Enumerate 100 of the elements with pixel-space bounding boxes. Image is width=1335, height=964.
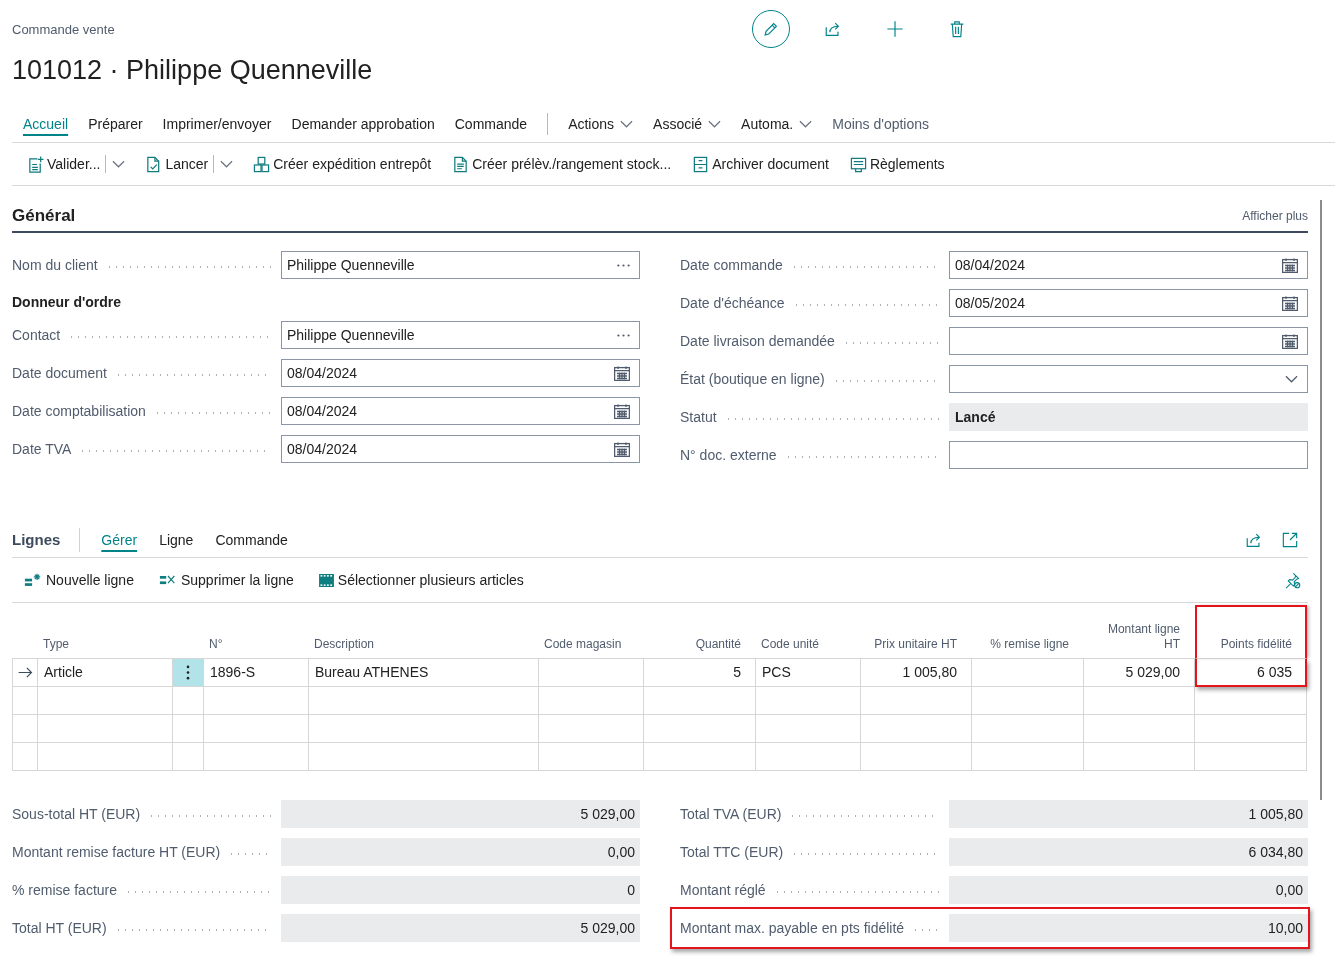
field-label: Date commande (680, 256, 783, 274)
page-title: 101012 · Philippe Quenneville (12, 54, 374, 87)
action-button[interactable]: Créer expédition entrepôt (244, 149, 444, 179)
table-cell: 5 029,00 (1084, 659, 1195, 687)
total-field: 6 034,80 (949, 838, 1308, 866)
calendar-icon (1282, 257, 1298, 273)
action-button[interactable]: Créer prélèv./rangement stock... (443, 149, 684, 179)
action-button[interactable]: Supprimer la ligne (146, 565, 307, 595)
select-field[interactable] (949, 365, 1308, 393)
total-label: % remise facture (12, 881, 118, 899)
table-cell: Bureau ATHENES (309, 659, 539, 687)
calendar-icon (614, 403, 630, 419)
total-field: 10,00 (949, 914, 1308, 942)
calendar-icon (614, 365, 630, 381)
share-icon (824, 20, 842, 38)
menu-dropdown[interactable]: Associé (643, 113, 732, 134)
total-label: Montant max. payable en pts fidélité (680, 919, 905, 937)
date-field[interactable]: 08/04/2024 (281, 359, 640, 387)
column-header: Prix unitaire HT (861, 603, 972, 659)
show-more-link[interactable]: Afficher plus (1242, 207, 1308, 224)
arrow-right-icon (17, 667, 33, 678)
column-header: Points fidélité (1195, 605, 1307, 659)
menu-tab[interactable]: Demander approbation (281, 113, 445, 134)
column-header: Code magasin (539, 603, 644, 659)
document-plus-icon (27, 155, 44, 173)
rows-star-icon (24, 572, 42, 588)
form-icon (849, 155, 867, 173)
total-label: Sous-total HT (EUR) (12, 805, 141, 823)
field-label: Date livraison demandée (680, 332, 835, 350)
column-header: Code unité (756, 603, 861, 659)
chevron-down-icon (620, 119, 634, 128)
date-field[interactable]: 08/04/2024 (949, 251, 1308, 279)
total-field: 0,00 (949, 876, 1308, 904)
total-label: Montant remise facture HT (EUR) (12, 843, 221, 861)
chevron-down-icon (219, 160, 233, 168)
date-field[interactable] (949, 327, 1308, 355)
table-cell: 6 035 (1195, 659, 1307, 687)
action-button[interactable]: Lancer (136, 149, 214, 179)
action-button[interactable]: Nouvelle ligne (12, 565, 147, 595)
lookup-field[interactable]: Philippe Quenneville (281, 321, 640, 349)
total-field: 0 (281, 876, 640, 904)
total-field: 1 005,80 (949, 800, 1308, 828)
column-header: Quantité (644, 603, 756, 659)
field-label: Date TVA (12, 440, 72, 458)
column-header: Description (309, 603, 539, 659)
field-label: État (boutique en ligne) (680, 370, 825, 388)
chevron-down-icon (708, 119, 722, 128)
calendar-icon (1282, 295, 1298, 311)
expand-icon (1282, 531, 1298, 548)
total-label: Montant réglé (680, 881, 766, 899)
boxes-icon (253, 155, 271, 173)
subpage-tab[interactable]: Commande (204, 529, 299, 550)
row-menu-button[interactable] (173, 659, 204, 687)
menu-tab[interactable]: Préparer (78, 113, 153, 134)
action-button[interactable]: Règlements (840, 149, 957, 179)
total-label: Total TVA (EUR) (680, 805, 782, 823)
column-header: Montant ligne HT (1084, 603, 1195, 659)
date-field[interactable]: 08/04/2024 (281, 435, 640, 463)
table-cell: 1 005,80 (861, 659, 972, 687)
trash-icon (948, 20, 966, 38)
menu-dropdown[interactable]: Actions (558, 113, 644, 134)
readonly-field: Lancé (949, 403, 1308, 431)
subpage-tab[interactable]: Ligne (148, 529, 205, 550)
pin-icon (1283, 571, 1301, 589)
menu-tab[interactable]: Commande (444, 113, 538, 134)
ellipsis-icon (617, 263, 630, 267)
menu-tab[interactable]: Imprimer/envoyer (152, 113, 282, 134)
total-field: 0,00 (281, 838, 640, 866)
field-label: Contact (12, 326, 61, 344)
field-label: Date d'échéance (680, 294, 785, 312)
field-label: Statut (680, 408, 717, 426)
scrollbar[interactable] (1320, 200, 1322, 800)
date-field[interactable]: 08/04/2024 (281, 397, 640, 425)
plus-icon (886, 20, 904, 38)
filmstrip-icon (318, 573, 334, 587)
vertical-ellipsis-icon (186, 665, 190, 680)
column-header: N° (204, 603, 309, 659)
total-field: 5 029,00 (281, 914, 640, 942)
total-field: 5 029,00 (281, 800, 640, 828)
chevron-down-icon (111, 160, 125, 168)
less-options-link[interactable]: Moins d'options (822, 113, 940, 134)
column-header: % remise ligne (972, 603, 1084, 659)
field-label: Nom du client (12, 256, 98, 274)
lookup-field[interactable]: Philippe Quenneville (281, 251, 640, 279)
menu-tab[interactable]: Accueil (13, 113, 79, 134)
section-title: Général (12, 205, 76, 226)
table-cell (173, 715, 204, 743)
field-label: Date comptabilisation (12, 402, 146, 420)
action-button[interactable]: Archiver document (683, 149, 841, 179)
calendar-icon (614, 441, 630, 457)
text-field[interactable] (949, 441, 1308, 469)
table-cell: PCS (756, 659, 861, 687)
date-field[interactable]: 08/05/2024 (949, 289, 1308, 317)
action-button[interactable]: Valider... (18, 149, 106, 179)
page-caption: Commande vente (12, 21, 115, 39)
section-title: Lignes (12, 529, 61, 550)
column-header: Type (38, 603, 173, 659)
subpage-tab[interactable]: Gérer (90, 529, 149, 550)
action-button[interactable]: Sélectionner plusieurs articles (306, 565, 537, 595)
menu-dropdown[interactable]: Automa. (731, 113, 823, 134)
